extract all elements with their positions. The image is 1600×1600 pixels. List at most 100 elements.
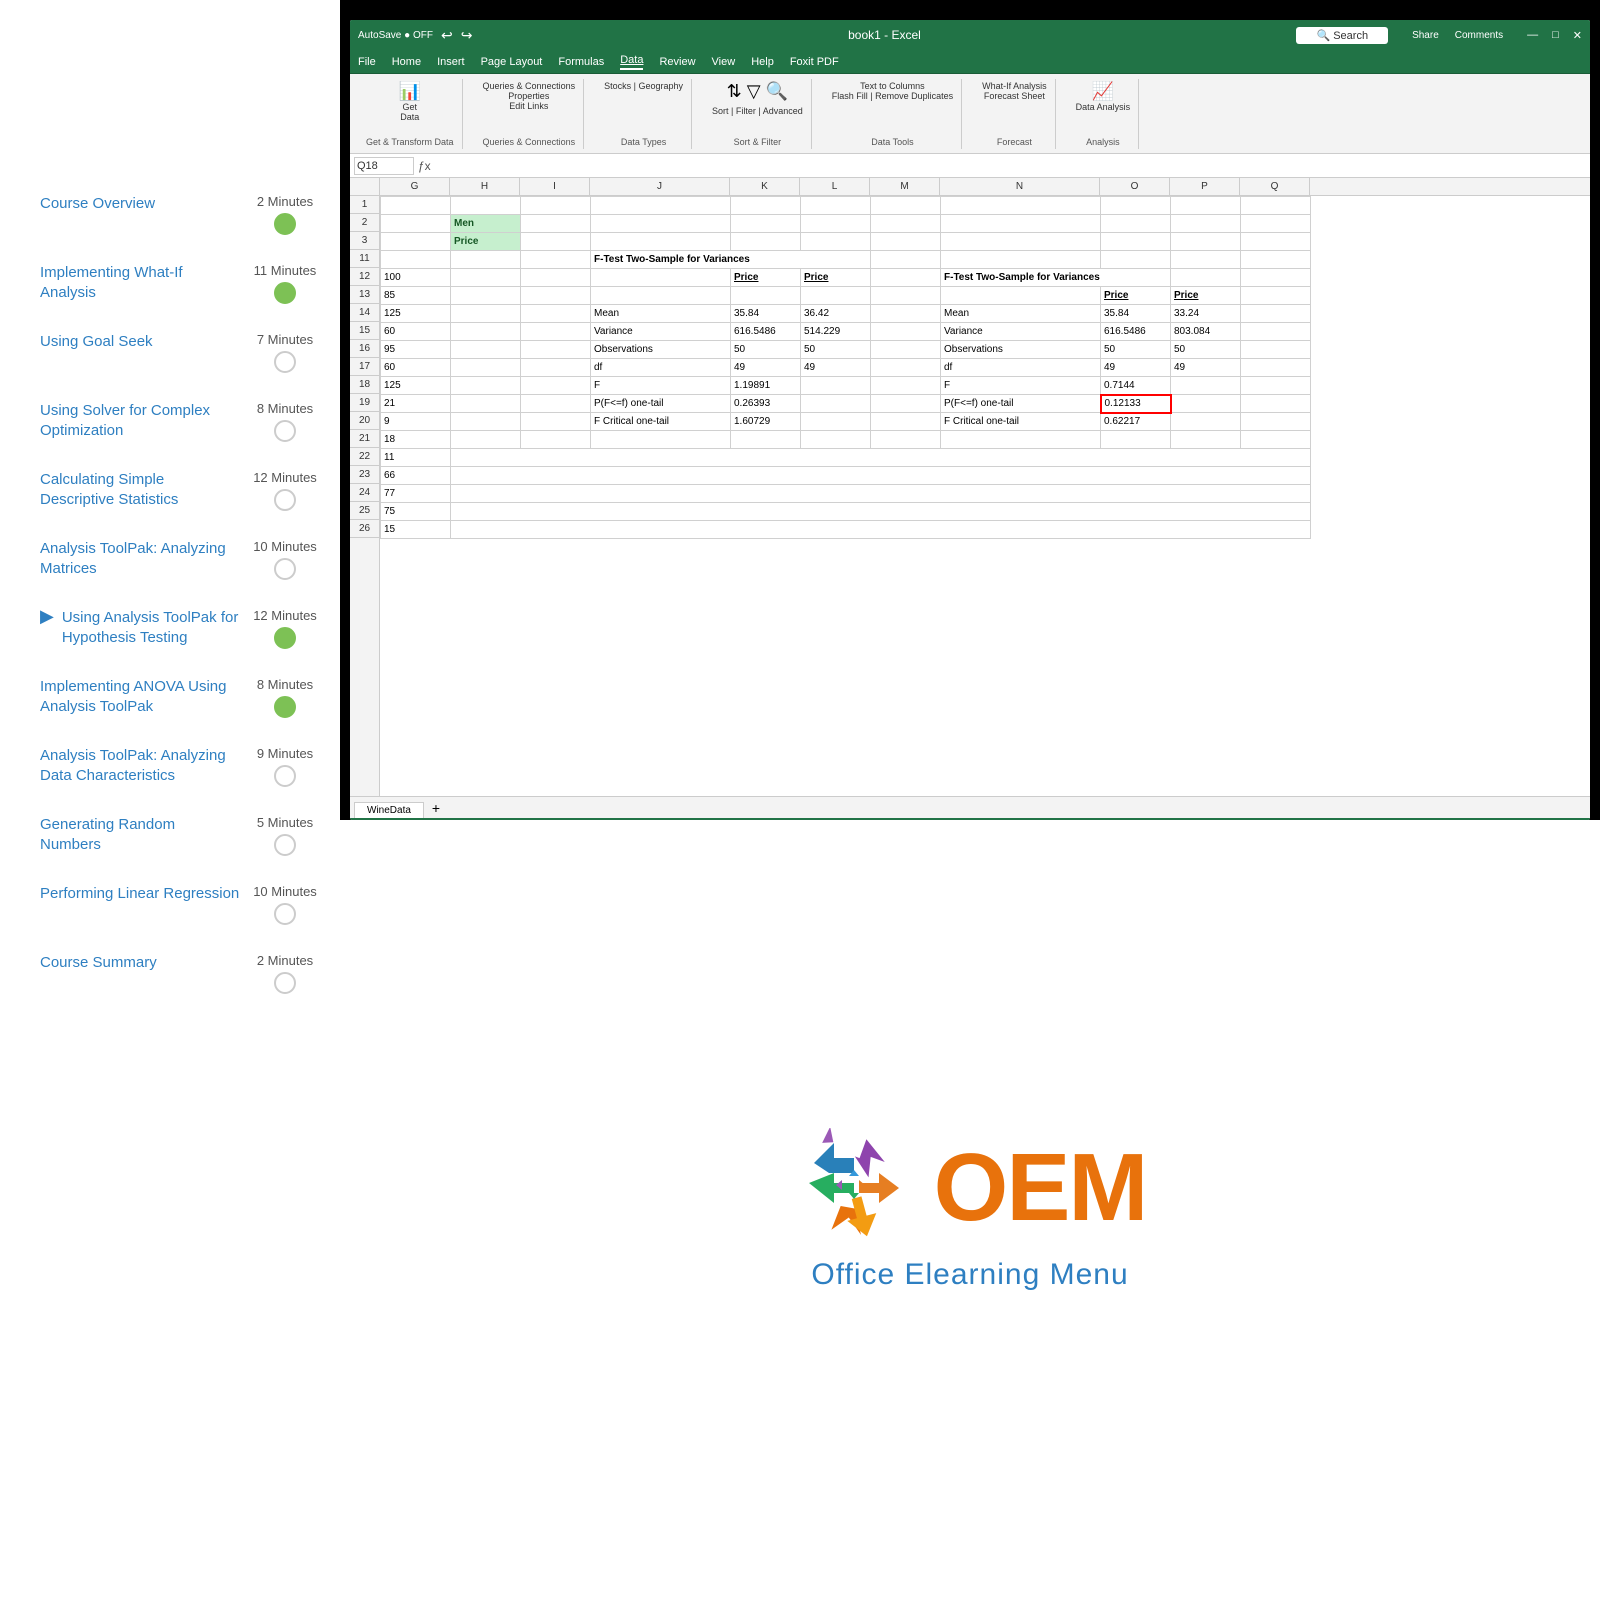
cell-q16[interactable] xyxy=(1241,341,1311,359)
cell-n11[interactable] xyxy=(941,251,1101,269)
cell-g25[interactable]: 75 xyxy=(381,503,451,521)
redo-icon[interactable]: ↪ xyxy=(461,27,473,44)
cell-h16[interactable] xyxy=(451,341,521,359)
cell-l3[interactable] xyxy=(801,233,871,251)
cell-rest23[interactable] xyxy=(451,467,1311,485)
cell-m14[interactable] xyxy=(871,305,941,323)
cell-i20[interactable] xyxy=(521,413,591,431)
cell-rest25[interactable] xyxy=(451,503,1311,521)
menu-view[interactable]: View xyxy=(712,56,736,68)
cell-m17[interactable] xyxy=(871,359,941,377)
comments-btn[interactable]: Comments xyxy=(1455,30,1503,41)
cell-i12[interactable] xyxy=(521,269,591,287)
cell-q14[interactable] xyxy=(1241,305,1311,323)
sidebar-item-4[interactable]: Calculating Simple Descriptive Statistic… xyxy=(40,456,320,525)
cell-l16[interactable]: 50 xyxy=(801,341,871,359)
cell-g14[interactable]: 125 xyxy=(381,305,451,323)
cell-p14[interactable]: 33.24 xyxy=(1171,305,1241,323)
cell-i21[interactable] xyxy=(521,431,591,449)
cell-m21[interactable] xyxy=(871,431,941,449)
cell-q17[interactable] xyxy=(1241,359,1311,377)
cell-i19[interactable] xyxy=(521,395,591,413)
cell-g18[interactable]: 125 xyxy=(381,377,451,395)
add-sheet-btn[interactable]: + xyxy=(424,798,448,818)
cell-g2[interactable] xyxy=(381,215,451,233)
cell-o19[interactable]: 0.12133 xyxy=(1101,395,1171,413)
menu-home[interactable]: Home xyxy=(392,56,421,68)
cell-l13[interactable] xyxy=(801,287,871,305)
sidebar-item-9[interactable]: Generating Random Numbers5 Minutes xyxy=(40,801,320,870)
cell-rest24[interactable] xyxy=(451,485,1311,503)
cell-o20[interactable]: 0.62217 xyxy=(1101,413,1171,431)
cell-i11[interactable] xyxy=(521,251,591,269)
flash-btn[interactable]: Flash Fill xyxy=(832,91,868,101)
cell-k18[interactable]: 1.19891 xyxy=(731,377,801,395)
cell-m13[interactable] xyxy=(871,287,941,305)
advanced-btn[interactable]: Advanced xyxy=(763,106,803,116)
menu-data[interactable]: Data xyxy=(620,54,643,70)
cell-g16[interactable]: 95 xyxy=(381,341,451,359)
cell-i2[interactable] xyxy=(521,215,591,233)
cell-g11[interactable] xyxy=(381,251,451,269)
cell-k21[interactable] xyxy=(731,431,801,449)
cell-p17[interactable]: 49 xyxy=(1171,359,1241,377)
cell-h1[interactable] xyxy=(451,197,521,215)
cell-k17[interactable]: 49 xyxy=(731,359,801,377)
cell-g15[interactable]: 60 xyxy=(381,323,451,341)
cell-q15[interactable] xyxy=(1241,323,1311,341)
cell-i17[interactable] xyxy=(521,359,591,377)
minimize-btn[interactable]: — xyxy=(1527,29,1538,41)
editlinks-btn[interactable]: Edit Links xyxy=(483,101,576,111)
search-box[interactable]: 🔍 Search xyxy=(1296,27,1388,44)
cell-m11[interactable] xyxy=(871,251,941,269)
cell-p3[interactable] xyxy=(1171,233,1241,251)
cell-l18[interactable] xyxy=(801,377,871,395)
cell-g17[interactable]: 60 xyxy=(381,359,451,377)
dataanalysis-btn[interactable]: Data Analysis xyxy=(1076,102,1131,112)
share-btn[interactable]: Share xyxy=(1412,30,1439,41)
menu-file[interactable]: File xyxy=(358,56,376,68)
cell-k2[interactable] xyxy=(731,215,801,233)
cell-o3[interactable] xyxy=(1101,233,1171,251)
cell-h12[interactable] xyxy=(451,269,521,287)
cell-h3[interactable]: Price xyxy=(451,233,521,251)
remove-dup-btn[interactable]: Remove Duplicates xyxy=(875,91,953,101)
cell-o1[interactable] xyxy=(1101,197,1171,215)
cell-l15[interactable]: 514.229 xyxy=(801,323,871,341)
cell-m16[interactable] xyxy=(871,341,941,359)
cell-j13[interactable] xyxy=(591,287,731,305)
cell-o15[interactable]: 616.5486 xyxy=(1101,323,1171,341)
excel-menubar[interactable]: File Home Insert Page Layout Formulas Da… xyxy=(350,50,1590,74)
cell-j21[interactable] xyxy=(591,431,731,449)
cell-p18[interactable] xyxy=(1171,377,1241,395)
cell-q11[interactable] xyxy=(1241,251,1311,269)
cell-h19[interactable] xyxy=(451,395,521,413)
cell-m3[interactable] xyxy=(871,233,941,251)
cell-n13[interactable] xyxy=(941,287,1101,305)
cell-i18[interactable] xyxy=(521,377,591,395)
cell-l21[interactable] xyxy=(801,431,871,449)
cell-l1[interactable] xyxy=(801,197,871,215)
cell-j1[interactable] xyxy=(591,197,731,215)
cell-g19[interactable]: 21 xyxy=(381,395,451,413)
sidebar-item-1[interactable]: Implementing What-If Analysis11 Minutes xyxy=(40,249,320,318)
cell-g20[interactable]: 9 xyxy=(381,413,451,431)
whatif-btn[interactable]: What-If Analysis xyxy=(982,81,1047,91)
cell-ref-input[interactable] xyxy=(354,157,414,175)
cell-p16[interactable]: 50 xyxy=(1171,341,1241,359)
menu-insert[interactable]: Insert xyxy=(437,56,465,68)
cell-h2[interactable]: Men xyxy=(451,215,521,233)
cell-g22[interactable]: 11 xyxy=(381,449,451,467)
cell-g1[interactable] xyxy=(381,197,451,215)
cell-n1[interactable] xyxy=(941,197,1101,215)
cell-p21[interactable] xyxy=(1171,431,1241,449)
sidebar-item-11[interactable]: Course Summary2 Minutes xyxy=(40,939,320,1008)
cell-h18[interactable] xyxy=(451,377,521,395)
cell-q18[interactable] xyxy=(1241,377,1311,395)
menu-foxitpdf[interactable]: Foxit PDF xyxy=(790,56,839,68)
cell-k19[interactable]: 0.26393 xyxy=(731,395,801,413)
close-btn[interactable]: ✕ xyxy=(1573,29,1582,42)
cell-g21[interactable]: 18 xyxy=(381,431,451,449)
properties-btn[interactable]: Properties xyxy=(483,91,576,101)
undo-icon[interactable]: ↩ xyxy=(441,27,453,44)
